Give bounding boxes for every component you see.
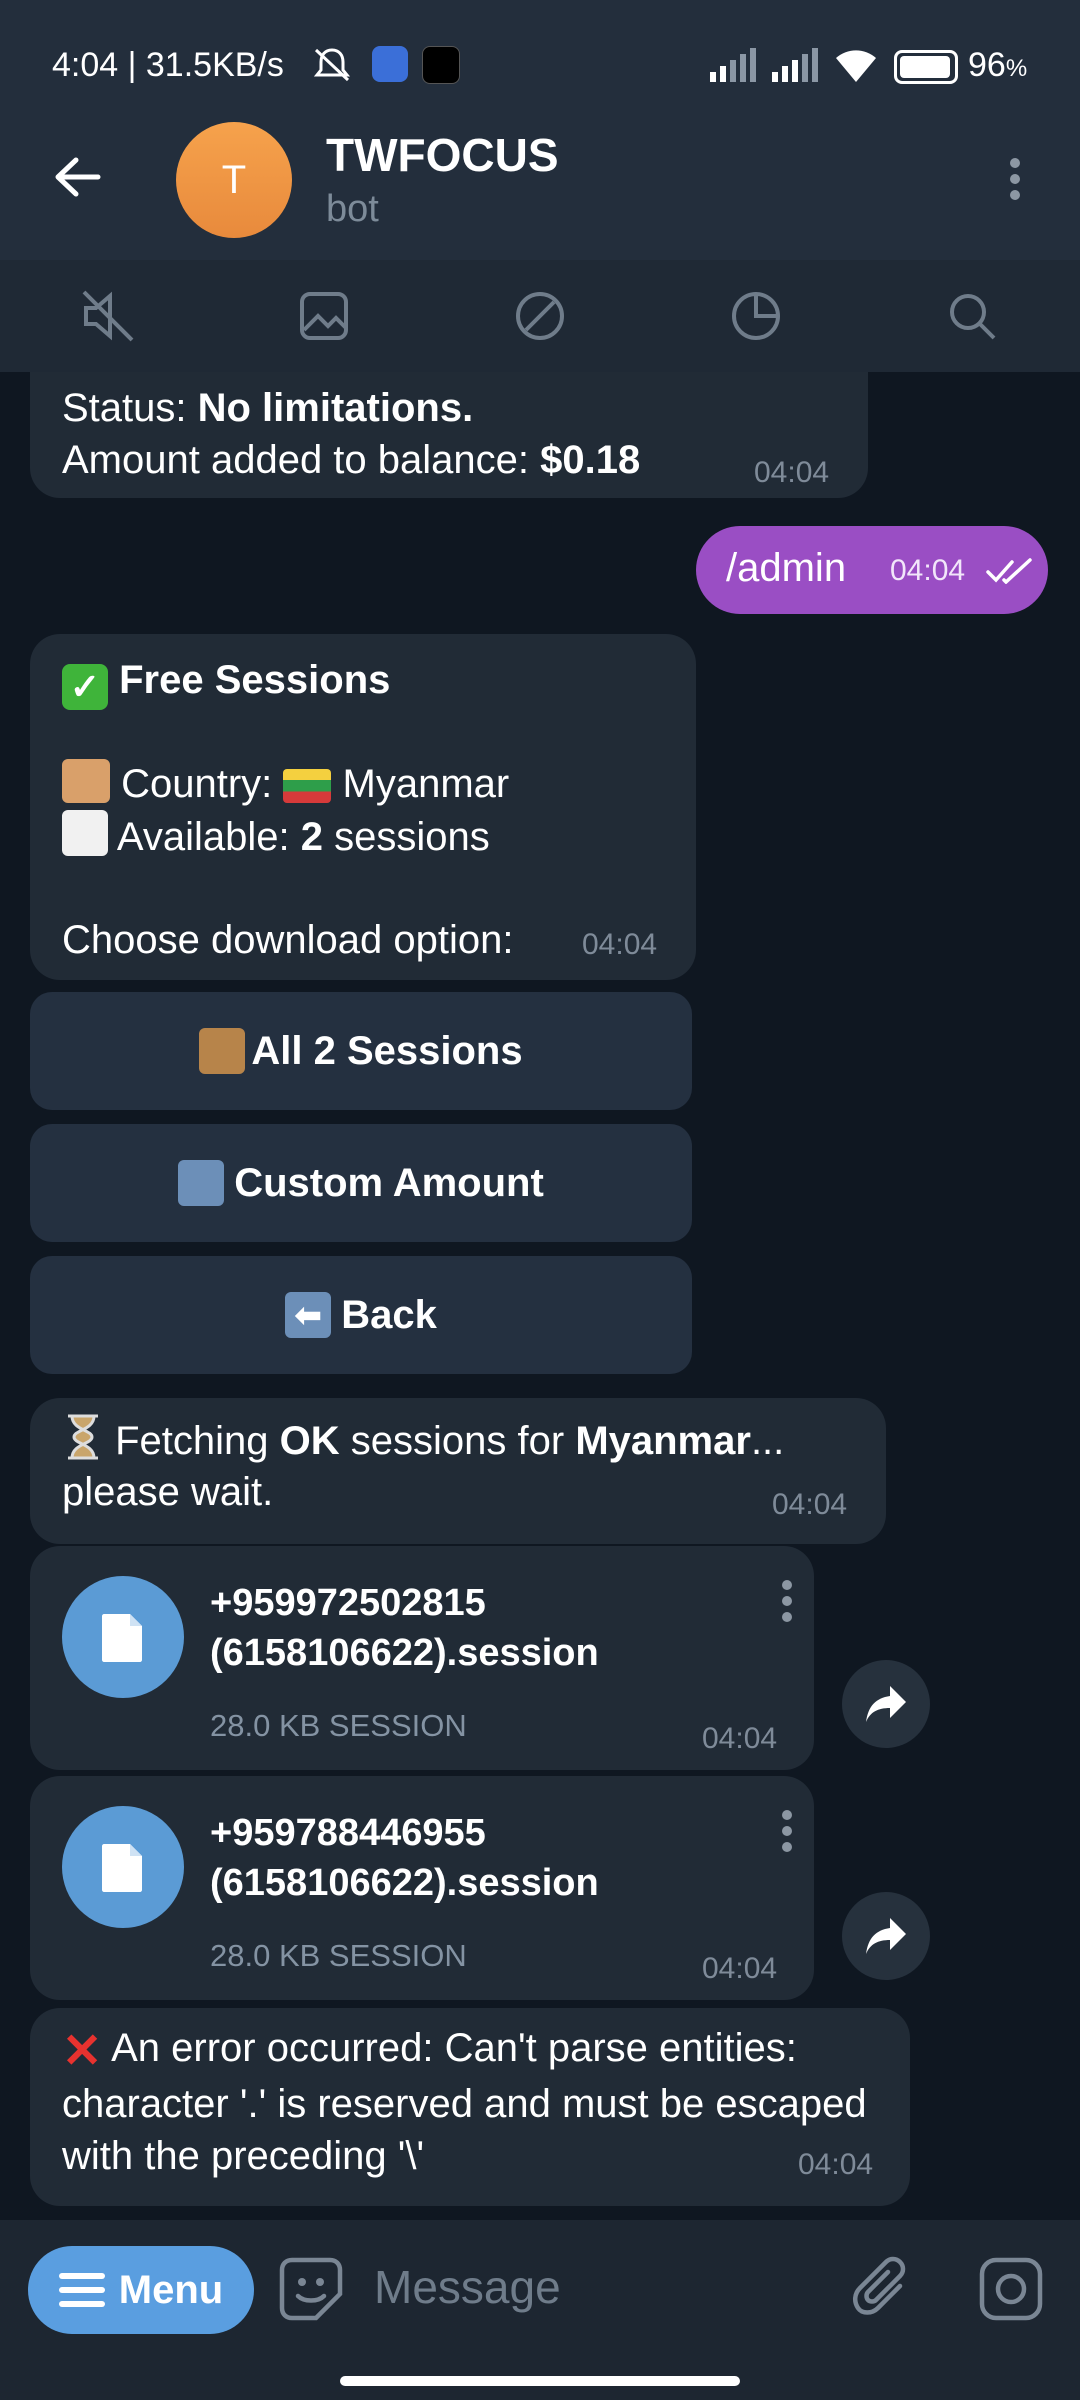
- message-bubble-error[interactable]: ✕ An error occurred: Can't parse entitie…: [30, 2008, 910, 2206]
- forward-icon[interactable]: [842, 1892, 930, 1980]
- chat-title[interactable]: TWFOCUS: [326, 128, 559, 182]
- all-sessions-button[interactable]: All 2 Sessions: [30, 992, 692, 1110]
- media-icon[interactable]: [294, 286, 354, 346]
- fetching-text-line2: please wait.: [62, 1470, 274, 1514]
- check-mark-icon: ✓: [62, 664, 108, 710]
- chat-area[interactable]: Status: No limitations. Amount added to …: [0, 372, 1080, 2220]
- timer-icon[interactable]: [726, 286, 786, 346]
- file-options-icon[interactable]: [782, 1580, 792, 1628]
- package-icon: [199, 1028, 246, 1074]
- message-time: 04:04: [772, 1488, 848, 1521]
- file-icon[interactable]: [62, 1806, 184, 1928]
- bar-chart-icon: [62, 810, 108, 856]
- message-input[interactable]: Message: [374, 2260, 824, 2320]
- signal-icon-1: [710, 48, 756, 82]
- sticker-icon[interactable]: [278, 2256, 344, 2322]
- amount-line: Amount added to balance: $0.18: [62, 438, 641, 482]
- battery-icon: [894, 50, 958, 84]
- app-notification-icon: [372, 46, 408, 82]
- message-time: 04:04: [890, 554, 966, 587]
- read-checkmarks-icon: [986, 558, 1032, 584]
- choose-option-text: Choose download option:: [62, 918, 514, 962]
- free-sessions-title: ✓ Free Sessions: [62, 654, 390, 710]
- message-time: 04:04: [582, 928, 658, 961]
- menu-icon: [58, 2273, 105, 2307]
- admin-text: /admin: [726, 546, 847, 590]
- terminal-icon: [422, 46, 460, 84]
- back-button[interactable]: ⬅ Back: [30, 1256, 692, 1374]
- outgoing-message-admin[interactable]: /admin 04:04: [696, 526, 1048, 614]
- status-time: 4:04 | 31.5KB/s: [52, 46, 284, 84]
- cross-mark-icon: ✕: [62, 2025, 103, 2078]
- message-time: 04:04: [754, 456, 830, 489]
- mute-icon[interactable]: [78, 286, 138, 346]
- home-indicator[interactable]: [340, 2376, 740, 2386]
- message-bubble-status[interactable]: Status: No limitations. Amount added to …: [30, 372, 868, 498]
- camera-icon[interactable]: [978, 2256, 1044, 2322]
- myanmar-flag-icon: [283, 769, 332, 803]
- fetching-text: Fetching OK sessions for Myanmar...: [62, 1414, 882, 1467]
- status-line: Status: No limitations.: [62, 386, 474, 430]
- error-text: ✕ An error occurred: Can't parse entitie…: [62, 2025, 867, 2179]
- bell-muted-icon: [313, 48, 351, 82]
- block-icon[interactable]: [510, 286, 570, 346]
- chat-subtitle: bot: [326, 188, 379, 230]
- country-line: Country: Myanmar: [62, 758, 509, 810]
- attach-icon[interactable]: [852, 2256, 912, 2322]
- folder-icon: [62, 759, 110, 803]
- file-name: +959972502815 (6158106622).session: [210, 1582, 599, 1674]
- file-message[interactable]: +959788446955 (6158106622).session 28.0 K…: [30, 1776, 814, 2000]
- left-arrow-icon: ⬅: [285, 1292, 332, 1338]
- signal-icon-2: [772, 48, 818, 82]
- message-bubble-free-sessions[interactable]: ✓ Free Sessions Country: Myanmar Availab…: [30, 634, 696, 980]
- hourglass-icon: [62, 1414, 104, 1460]
- file-message[interactable]: +959972502815 (6158106622).session 28.0 K…: [30, 1546, 814, 1770]
- file-size: 28.0 KB SESSION: [210, 1708, 467, 1743]
- message-time: 04:04: [798, 2148, 874, 2181]
- avatar[interactable]: T: [176, 122, 292, 238]
- search-icon[interactable]: [942, 286, 1002, 346]
- battery-level: 96%: [968, 46, 1028, 84]
- numbers-icon: [178, 1160, 225, 1206]
- message-bubble-fetching[interactable]: Fetching OK sessions for Myanmar... plea…: [30, 1398, 886, 1544]
- message-time: 04:04: [702, 1722, 778, 1755]
- forward-icon[interactable]: [842, 1660, 930, 1748]
- wifi-icon: [836, 50, 876, 82]
- file-size: 28.0 KB SESSION: [210, 1938, 467, 1973]
- custom-amount-button[interactable]: Custom Amount: [30, 1124, 692, 1242]
- file-icon[interactable]: [62, 1576, 184, 1698]
- more-options-icon[interactable]: [1010, 158, 1020, 206]
- file-name: +959788446955 (6158106622).session: [210, 1812, 599, 1904]
- back-arrow-icon[interactable]: [50, 150, 104, 204]
- available-line: Available: 2 sessions: [62, 810, 490, 863]
- menu-button[interactable]: Menu: [28, 2246, 254, 2334]
- message-time: 04:04: [702, 1952, 778, 1985]
- file-options-icon[interactable]: [782, 1810, 792, 1858]
